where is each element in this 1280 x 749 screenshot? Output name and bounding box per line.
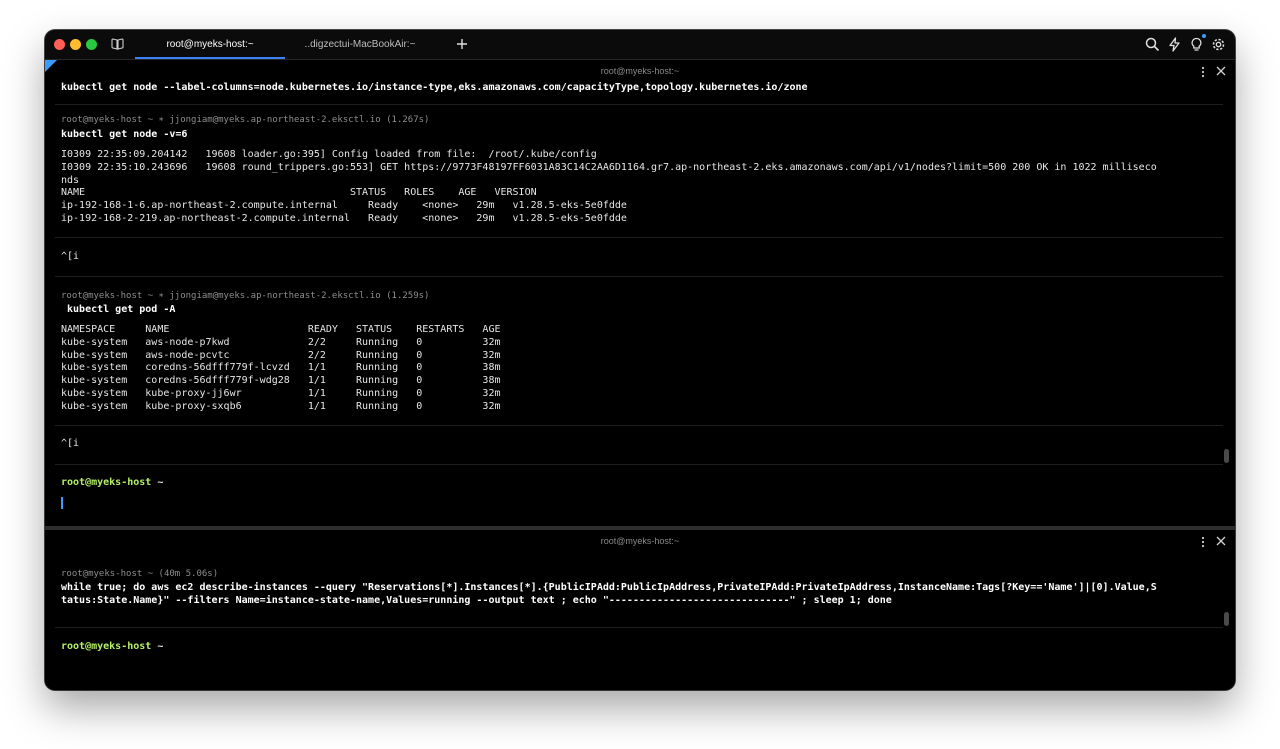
terminal-pane-top[interactable]: root@myeks-host:~ kubectl get node --lab…: [45, 60, 1235, 526]
table-row: kube-system coredns-56dfff779f-wdg28 1/1…: [61, 375, 501, 387]
table-row: kube-system kube-proxy-sxqb6 1/1 Running…: [61, 400, 501, 412]
tab-macbook-air[interactable]: ..digzectui-MacBookAir:~: [285, 30, 435, 59]
command-line: while true; do aws ec2 describe-instance…: [61, 582, 1157, 593]
block-meta: root@myeks-host ~ ∗ jjongiam@myeks.ap-no…: [61, 115, 430, 125]
command-line: kubectl get node --label-columns=node.ku…: [61, 82, 808, 93]
terminal-pane-bottom[interactable]: root@myeks-host:~ root@myeks-host ~ (40m…: [45, 530, 1235, 690]
zoom-window-button[interactable]: [86, 39, 97, 50]
shell-prompt: root@myeks-host ~: [61, 641, 163, 654]
shell-prompt: root@myeks-host ~: [61, 477, 163, 490]
tab-bar: root@myeks-host:~ ..digzectui-MacBookAir…: [45, 30, 1235, 60]
output-line: ^[i: [61, 251, 80, 262]
prompt-user: root@myeks-host: [61, 641, 152, 652]
command-line: tatus:State.Name}" --filters Name=instan…: [61, 594, 892, 606]
pane-title: root@myeks-host:~: [600, 536, 680, 546]
table-header: NAMESPACE NAME READY STATUS RESTARTS AGE: [61, 324, 501, 335]
prompt-dir: ~: [157, 641, 164, 652]
kebab-menu-icon[interactable]: [1199, 535, 1207, 549]
table-row: kube-system aws-node-p7kwd 2/2 Running 0…: [61, 336, 501, 348]
block-separator: [55, 237, 1223, 238]
block-separator: [55, 627, 1223, 628]
notification-dot: [1202, 34, 1206, 38]
close-window-button[interactable]: [54, 39, 65, 50]
block-separator: [55, 104, 1223, 105]
table-header: NAME STATUS ROLES AGE VERSION: [61, 187, 537, 199]
close-icon[interactable]: [1216, 536, 1226, 546]
block-separator: [55, 276, 1223, 277]
terminal-window: root@myeks-host:~ ..digzectui-MacBookAir…: [45, 30, 1235, 690]
gear-icon[interactable]: [1211, 37, 1226, 52]
plus-icon[interactable]: [455, 37, 469, 51]
search-icon[interactable]: [1145, 37, 1160, 52]
prompt-user: root@myeks-host: [61, 477, 152, 488]
minimize-window-button[interactable]: [70, 39, 81, 50]
block-separator: [55, 425, 1223, 426]
table-row: kube-system aws-node-pcvtc 2/2 Running 0…: [61, 349, 501, 361]
tab-root-myeks-host[interactable]: root@myeks-host:~: [135, 30, 285, 59]
pane-title: root@myeks-host:~: [600, 66, 680, 76]
table-row: kube-system coredns-56dfff779f-lcvzd 1/1…: [61, 362, 501, 374]
output-line: nds: [61, 174, 80, 186]
table-row: kube-system kube-proxy-jj6wr 1/1 Running…: [61, 388, 501, 399]
output-line: I0309 22:35:09.204142 19608 loader.go:39…: [61, 149, 597, 160]
scrollbar-thumb[interactable]: [1224, 612, 1229, 626]
block-separator: [55, 464, 1223, 465]
command-line: kubectl get pod -A: [61, 304, 176, 315]
close-icon[interactable]: [1216, 66, 1226, 76]
lightbulb-icon[interactable]: [1189, 37, 1204, 52]
command-line: kubectl get node -v=6: [61, 129, 188, 140]
block-meta: root@myeks-host ~ (40m 5.06s): [61, 569, 219, 579]
sidebar-icon[interactable]: [111, 38, 124, 50]
scrollbar-thumb[interactable]: [1224, 449, 1229, 463]
bolt-icon[interactable]: [1167, 37, 1182, 52]
output-line: ^[i: [61, 438, 80, 449]
output-line: I0309 22:35:10.243696 19608 round_trippe…: [61, 161, 1157, 173]
text-cursor[interactable]: [61, 497, 63, 509]
tab-label: root@myeks-host:~: [166, 39, 254, 50]
prompt-dir: ~: [157, 477, 164, 488]
kebab-menu-icon[interactable]: [1199, 65, 1207, 79]
table-row: ip-192-168-2-219.ap-northeast-2.compute.…: [61, 213, 627, 224]
block-meta: root@myeks-host ~ ∗ jjongiam@myeks.ap-no…: [61, 291, 430, 301]
tab-label: ..digzectui-MacBookAir:~: [304, 39, 416, 50]
table-row: ip-192-168-1-6.ap-northeast-2.compute.in…: [61, 200, 627, 212]
